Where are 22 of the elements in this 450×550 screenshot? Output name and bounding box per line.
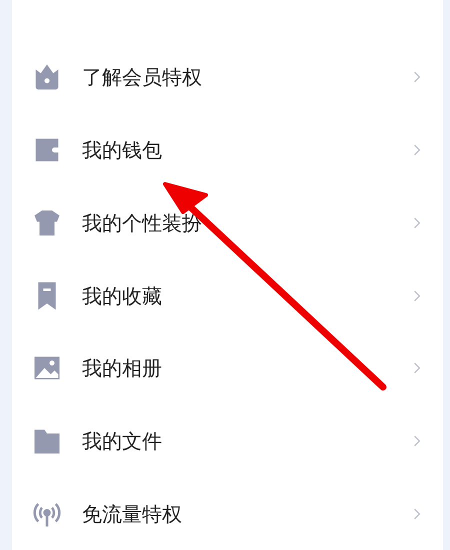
chevron-icon (413, 506, 421, 521)
menu-item[interactable]: 免流量特权 (12, 477, 443, 550)
menu-label: 我的文件 (82, 428, 163, 455)
menu-label: 免流量特权 (82, 500, 183, 528)
menu-item[interactable]: 我的收藏 (12, 259, 443, 332)
menu-item[interactable]: 我的钱包 (12, 114, 443, 186)
tshirt-icon (32, 208, 62, 238)
chevron-icon (413, 361, 421, 376)
menu-label: 我的相册 (82, 355, 163, 382)
menu-item[interactable]: 我的文件 (12, 404, 443, 478)
chevron-icon (413, 434, 421, 448)
chevron-icon (413, 216, 421, 230)
menu-label: 我的收藏 (82, 282, 163, 310)
menu-label: 我的钱包 (82, 137, 163, 164)
chevron-icon (413, 288, 421, 303)
chevron-icon (413, 143, 421, 158)
menu-label: 我的个性装扮 (82, 210, 203, 237)
menu-item[interactable]: 我的个性装扮 (12, 186, 443, 260)
menu-item[interactable]: 了解会员特权 (12, 41, 443, 114)
chevron-icon (413, 70, 421, 84)
menu-label: 了解会员特权 (82, 64, 203, 92)
menu-item[interactable]: 我的相册 (12, 332, 443, 405)
